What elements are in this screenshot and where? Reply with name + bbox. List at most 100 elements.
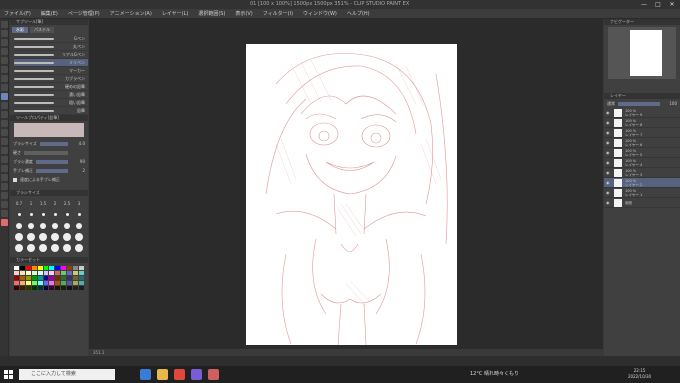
operation-tool-icon[interactable] [1,39,8,46]
tip-size[interactable] [50,243,60,252]
tip-size[interactable] [74,221,84,230]
tip-size[interactable] [26,232,36,241]
tip-size-label[interactable]: 2.5 [62,199,72,208]
eye-icon[interactable]: ◉ [606,140,611,145]
menu-page[interactable]: ページ管理(P) [68,10,100,17]
tab-pastel[interactable]: パステル [30,27,54,33]
gradient-tool-icon[interactable] [1,156,8,163]
color-swatch[interactable] [61,281,67,285]
color-swatch[interactable] [61,271,67,275]
color-swatch[interactable] [43,266,49,270]
tip-size-label[interactable]: 2 [50,199,60,208]
tip-size[interactable] [62,221,72,230]
color-swatch[interactable] [61,286,67,290]
color-swatch[interactable] [79,286,84,290]
color-swatch[interactable] [67,286,73,290]
tip-size[interactable] [74,210,84,219]
color-swatch[interactable] [19,271,25,275]
drawing-canvas[interactable] [246,44,457,345]
menu-help[interactable]: ヘルプ(H) [347,10,370,17]
color-swatch[interactable] [43,286,49,290]
color-swatch[interactable] [37,281,43,285]
color-swatch[interactable] [31,281,37,285]
maximize-button[interactable]: □ [654,1,662,8]
tip-size[interactable] [62,243,72,252]
menu-edit[interactable]: 編集(E) [41,10,58,17]
color-swatch[interactable] [31,286,37,290]
zoom-tool-icon[interactable] [1,21,8,28]
balloon-tool-icon[interactable] [1,201,8,208]
color-swatch[interactable] [55,266,61,270]
color-swatch[interactable] [19,286,25,290]
brush-item[interactable]: カブラペン [14,75,88,83]
color-swatch[interactable] [79,276,84,280]
menu-filter[interactable]: フィルター(I) [263,10,293,17]
tip-size[interactable] [26,221,36,230]
color-swatch[interactable] [25,276,31,280]
decoration-tool-icon[interactable] [1,120,8,127]
eye-icon[interactable]: ◉ [606,160,611,165]
brush-item[interactable]: 硬めの鉛筆 [14,83,88,91]
correct-line-tool-icon[interactable] [1,210,8,217]
color-swatch[interactable] [43,271,49,275]
eye-icon[interactable]: ◉ [606,190,611,195]
eye-icon[interactable]: ◉ [606,130,611,135]
tip-size[interactable] [38,232,48,241]
pencil-tool-icon[interactable] [1,93,8,100]
tip-size-label[interactable]: 1 [26,199,36,208]
figure-tool-icon[interactable] [1,165,8,172]
color-swatch[interactable] [67,271,73,275]
brush-item[interactable]: リアルGペン [14,51,88,59]
pen-tool-icon[interactable] [1,84,8,91]
tip-size[interactable] [38,210,48,219]
blend-tool-icon[interactable] [1,138,8,145]
color-swatch[interactable] [73,266,79,270]
tab-watercolor[interactable]: 水彩 [12,27,28,33]
tip-size[interactable] [14,232,24,241]
tip-size[interactable] [50,221,60,230]
brush-item[interactable]: 粗い鉛筆 [14,99,88,107]
color-swatch[interactable] [31,271,37,275]
menu-selection[interactable]: 選択範囲(S) [198,10,225,17]
brush-item[interactable]: Gペン [14,35,88,43]
frame-tool-icon[interactable] [1,174,8,181]
fill-tool-icon[interactable] [1,147,8,154]
layer-item[interactable]: ◉ 100 % レイヤー 5 [604,148,680,158]
tip-size[interactable] [26,243,36,252]
taskbar-search[interactable]: ここに入力して検索 [19,369,115,380]
ruler-tool-icon[interactable] [1,183,8,190]
brush-item[interactable]: マーカー [14,67,88,75]
main-color-swatch[interactable] [1,219,8,226]
color-swatch[interactable] [55,271,61,275]
move-tool-icon[interactable] [1,30,8,37]
color-swatch[interactable] [19,276,25,280]
eyedropper-tool-icon[interactable] [1,75,8,82]
stabilization-slider[interactable] [36,168,68,173]
color-swatch[interactable] [14,286,19,290]
density-row[interactable]: ブラシ濃度 90 [10,157,88,166]
text-tool-icon[interactable] [1,192,8,199]
speed-stabilization-row[interactable]: 速度による手ブレ補正 [10,175,88,184]
move-layer-tool-icon[interactable] [1,48,8,55]
color-swatch[interactable] [79,281,84,285]
hardness-row[interactable]: 硬さ [10,148,88,157]
color-swatch[interactable] [79,271,84,275]
layer-opacity-slider[interactable] [618,101,660,106]
menu-layer[interactable]: レイヤー(L) [162,10,189,17]
brush-item[interactable]: 濃い鉛筆 [14,91,88,99]
menu-file[interactable]: ファイル(F) [4,10,31,17]
color-swatch[interactable] [49,286,55,290]
layer-item[interactable]: ◉ 100 % レイヤー 7 [604,128,680,138]
eye-icon[interactable]: ◉ [606,120,611,125]
tip-size[interactable] [38,221,48,230]
hardness-slider[interactable] [24,150,68,155]
color-swatch[interactable] [14,276,19,280]
eye-icon[interactable]: ◉ [606,150,611,155]
brush-item[interactable]: 鉛筆 [14,107,88,115]
brush-item-selected[interactable]: ミリペン [14,59,88,67]
color-swatch[interactable] [73,281,79,285]
color-swatch[interactable] [25,286,31,290]
color-swatch[interactable] [14,281,19,285]
weather-tray[interactable]: 12°C 晴れ時々くもり [470,370,519,377]
tip-size[interactable] [74,232,84,241]
